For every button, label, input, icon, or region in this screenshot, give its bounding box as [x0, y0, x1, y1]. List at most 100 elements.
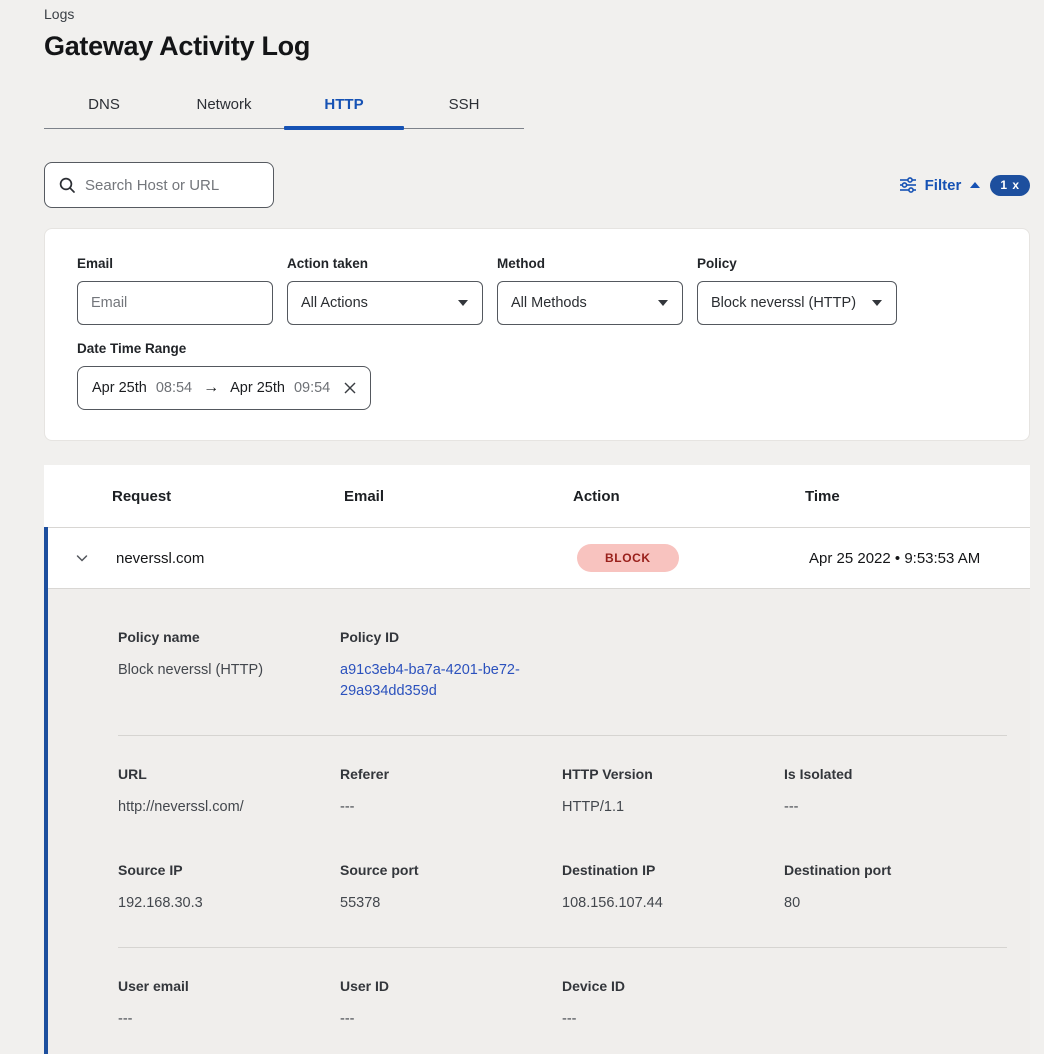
destination-port-label: Destination port — [784, 862, 1007, 878]
page-content: Logs Gateway Activity Log DNS Network HT… — [0, 0, 1044, 1054]
table-header-row: Request Email Action Time — [44, 465, 1030, 527]
column-header-time: Time — [805, 488, 1030, 505]
expanded-row-wrap: neverssl.com BLOCK Apr 25 2022 • 9:53:53… — [44, 527, 1030, 1054]
policy-select-value: Block neverssl (HTTP) — [711, 295, 856, 311]
end-time: 09:54 — [294, 380, 330, 396]
search-input[interactable] — [85, 177, 255, 194]
policy-id-group: Policy ID a91c3eb4-ba7a-4201-be72-29a934… — [340, 629, 562, 702]
user-id-label: User ID — [340, 978, 562, 994]
chevron-up-icon — [969, 181, 981, 189]
url-group: URL http://neverssl.com/ — [118, 766, 340, 818]
row-time: Apr 25 2022 • 9:53:53 AM — [809, 550, 1030, 567]
url-value: http://neverssl.com/ — [118, 797, 340, 818]
date-range-field-group: Date Time Range Apr 25th 08:54 → Apr 25t… — [77, 341, 997, 410]
is-isolated-value: --- — [784, 797, 1007, 818]
column-header-request: Request — [112, 488, 344, 505]
filter-toggle-button[interactable]: Filter — [899, 177, 982, 194]
referer-label: Referer — [340, 766, 562, 782]
action-select[interactable]: All Actions — [287, 281, 483, 325]
url-label: URL — [118, 766, 340, 782]
table-row[interactable]: neverssl.com BLOCK Apr 25 2022 • 9:53:53… — [48, 527, 1030, 588]
tab-dns[interactable]: DNS — [44, 84, 164, 128]
chevron-down-icon — [457, 299, 469, 307]
referer-value: --- — [340, 797, 562, 818]
filter-controls: Filter 1 x — [899, 175, 1030, 196]
user-section: User email --- User ID --- Device ID --- — [118, 948, 1007, 1054]
source-ip-label: Source IP — [118, 862, 340, 878]
source-port-label: Source port — [340, 862, 562, 878]
search-icon — [58, 176, 76, 194]
policy-section: Policy name Block neverssl (HTTP) Policy… — [118, 589, 1007, 735]
device-id-group: Device ID --- — [562, 978, 784, 1030]
page-title: Gateway Activity Log — [44, 31, 1030, 62]
row-action-cell: BLOCK — [577, 544, 809, 572]
breadcrumb: Logs — [44, 6, 1030, 22]
row-request: neverssl.com — [116, 550, 348, 567]
user-email-value: --- — [118, 1009, 340, 1030]
date-range-label: Date Time Range — [77, 341, 997, 356]
date-range-picker[interactable]: Apr 25th 08:54 → Apr 25th 09:54 — [77, 366, 371, 410]
destination-port-value: 80 — [784, 893, 1007, 914]
destination-ip-label: Destination IP — [562, 862, 784, 878]
activity-table: Request Email Action Time neverssl.com B… — [44, 465, 1030, 1054]
user-email-group: User email --- — [118, 978, 340, 1030]
device-id-value: --- — [562, 1009, 784, 1030]
policy-label: Policy — [697, 256, 897, 271]
policy-select[interactable]: Block neverssl (HTTP) — [697, 281, 897, 325]
tab-http[interactable]: HTTP — [284, 84, 404, 128]
user-email-label: User email — [118, 978, 340, 994]
policy-name-group: Policy name Block neverssl (HTTP) — [118, 629, 340, 702]
policy-id-link[interactable]: a91c3eb4-ba7a-4201-be72-29a934dd359d — [340, 660, 562, 702]
arrow-right-icon: → — [201, 379, 221, 397]
destination-ip-group: Destination IP 108.156.107.44 — [562, 862, 784, 914]
filter-sliders-icon — [899, 177, 917, 193]
action-field-group: Action taken All Actions — [287, 256, 483, 325]
referer-group: Referer --- — [340, 766, 562, 818]
source-port-group: Source port 55378 — [340, 862, 562, 914]
method-select-value: All Methods — [511, 295, 587, 311]
device-id-label: Device ID — [562, 978, 784, 994]
clear-date-icon[interactable] — [344, 382, 356, 394]
method-select[interactable]: All Methods — [497, 281, 683, 325]
user-id-group: User ID --- — [340, 978, 562, 1030]
source-ip-value: 192.168.30.3 — [118, 893, 340, 914]
email-input[interactable] — [91, 295, 259, 311]
policy-name-label: Policy name — [118, 629, 340, 645]
http-version-value: HTTP/1.1 — [562, 797, 784, 818]
destination-port-group: Destination port 80 — [784, 862, 1007, 914]
filter-panel: Email Action taken All Actions Method Al… — [44, 228, 1030, 441]
tab-network[interactable]: Network — [164, 84, 284, 128]
row-detail-panel: Policy name Block neverssl (HTTP) Policy… — [48, 588, 1030, 1054]
chevron-down-icon — [657, 299, 669, 307]
row-expander[interactable] — [48, 550, 116, 566]
policy-field-group: Policy Block neverssl (HTTP) — [697, 256, 897, 325]
email-field-group: Email — [77, 256, 273, 325]
filter-count-badge[interactable]: 1 x — [990, 175, 1030, 196]
block-status-badge: BLOCK — [577, 544, 679, 572]
method-field-group: Method All Methods — [497, 256, 683, 325]
tab-ssh[interactable]: SSH — [404, 84, 524, 128]
column-header-action: Action — [573, 488, 805, 505]
action-select-value: All Actions — [301, 295, 368, 311]
filter-fields-row: Email Action taken All Actions Method Al… — [77, 256, 997, 325]
search-filter-row: Filter 1 x — [44, 162, 1030, 208]
policy-name-value: Block neverssl (HTTP) — [118, 660, 340, 681]
column-header-email: Email — [344, 488, 573, 505]
search-box[interactable] — [44, 162, 274, 208]
source-ip-group: Source IP 192.168.30.3 — [118, 862, 340, 914]
chevron-down-icon — [871, 299, 883, 307]
policy-id-label: Policy ID — [340, 629, 562, 645]
user-id-value: --- — [340, 1009, 562, 1030]
request-section: URL http://neverssl.com/ Referer --- HTT… — [118, 736, 1007, 947]
email-input-wrap — [77, 281, 273, 325]
action-taken-label: Action taken — [287, 256, 483, 271]
method-label: Method — [497, 256, 683, 271]
destination-ip-value: 108.156.107.44 — [562, 893, 784, 914]
end-date: Apr 25th — [230, 380, 285, 396]
is-isolated-group: Is Isolated --- — [784, 766, 1007, 818]
chevron-down-icon — [74, 550, 90, 566]
source-port-value: 55378 — [340, 893, 562, 914]
http-version-group: HTTP Version HTTP/1.1 — [562, 766, 784, 818]
start-date: Apr 25th — [92, 380, 147, 396]
start-time: 08:54 — [156, 380, 192, 396]
